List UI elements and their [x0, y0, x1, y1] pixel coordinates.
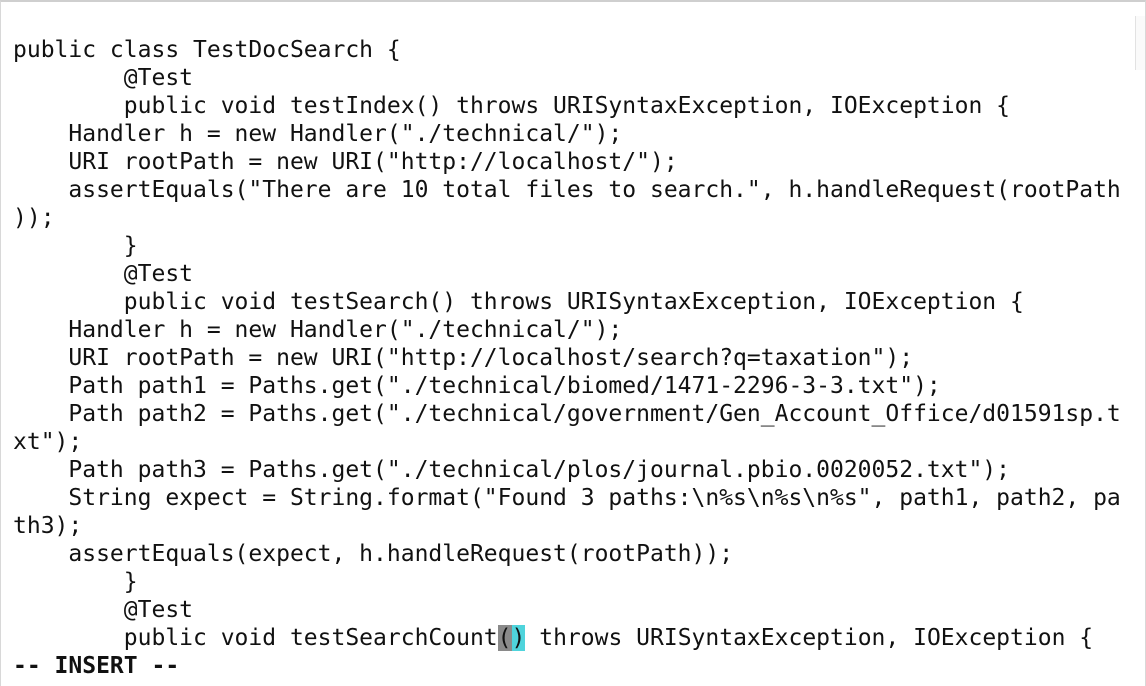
vim-editor[interactable]: public class TestDocSearch { @Test publi…	[13, 36, 1135, 680]
code-line: @Test	[13, 597, 194, 623]
code-line: Path path1 = Paths.get("./technical/biom…	[13, 373, 941, 399]
code-line: th3);	[13, 513, 83, 539]
cursor-line-before: public void testSearchCount	[13, 625, 498, 651]
text-cursor: )	[511, 625, 526, 651]
code-line: String expect = String.format("Found 3 p…	[13, 485, 1121, 511]
code-line: public void testIndex() throws URISyntax…	[13, 93, 1010, 119]
code-line: URI rootPath = new URI("http://localhost…	[13, 345, 914, 371]
code-line: @Test	[13, 65, 194, 91]
code-line: Handler h = new Handler("./technical/");	[13, 121, 623, 147]
code-line: }	[13, 569, 138, 595]
cursor-line-after: throws URISyntaxException, IOException {	[525, 625, 1094, 651]
mode-indicator: -- INSERT --	[13, 653, 180, 679]
code-line: Path path3 = Paths.get("./technical/plos…	[13, 457, 1010, 483]
scrollbar[interactable]	[1135, 16, 1145, 70]
code-line: assertEquals("There are 10 total files t…	[13, 177, 1121, 203]
code-line: Path path2 = Paths.get("./technical/gove…	[13, 401, 1121, 427]
terminal-window: public class TestDocSearch { @Test publi…	[0, 0, 1146, 686]
code-line: public void testSearch() throws URISynta…	[13, 289, 1024, 315]
code-line: assertEquals(expect, h.handleRequest(roo…	[13, 541, 734, 567]
code-line: URI rootPath = new URI("http://localhost…	[13, 149, 678, 175]
cursor-line: public void testSearchCount() throws URI…	[13, 624, 1135, 652]
code-line: public class TestDocSearch {	[13, 37, 401, 63]
code-line: ));	[13, 205, 55, 231]
code-line: xt");	[13, 429, 83, 455]
code-line: }	[13, 233, 138, 259]
code-line: @Test	[13, 261, 194, 287]
code-line: Handler h = new Handler("./technical/");	[13, 317, 623, 343]
matching-paren-open: (	[497, 625, 512, 651]
